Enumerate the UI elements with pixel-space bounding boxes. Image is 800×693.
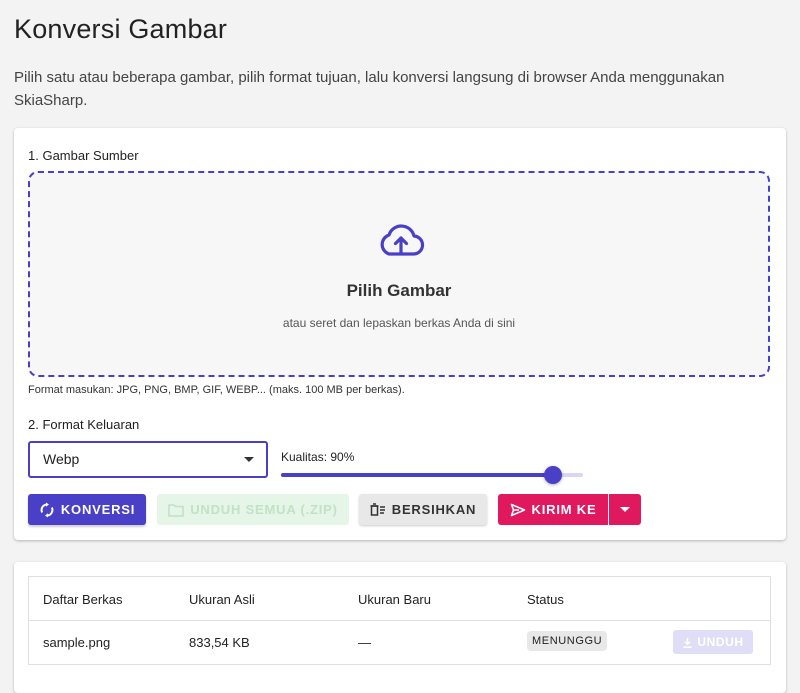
send-icon	[510, 503, 525, 516]
sync-icon	[40, 502, 54, 517]
file-new-size: —	[358, 635, 371, 650]
column-header-status: Status	[527, 592, 564, 607]
column-header-new-size: Ukuran Baru	[358, 592, 431, 607]
quality-slider[interactable]	[281, 465, 583, 485]
input-format-hint: Format masukan: JPG, PNG, BMP, GIF, WEBP…	[28, 384, 405, 396]
quality-slider-thumb[interactable]	[543, 466, 562, 484]
files-table: Daftar Berkas Ukuran Asli Ukuran Baru St…	[28, 576, 771, 665]
download-file-button[interactable]: UNDUH	[673, 630, 753, 654]
source-section-label: 1. Gambar Sumber	[28, 148, 139, 163]
page-description: Pilih satu atau beberapa gambar, pilih f…	[14, 69, 725, 109]
send-to-menu-toggle[interactable]	[609, 494, 641, 525]
output-section-label: 2. Format Keluaran	[28, 417, 140, 432]
page-title: Konversi Gambar	[14, 14, 228, 44]
download-icon	[683, 637, 692, 648]
download-all-button[interactable]: UNDUH SEMUA (.ZIP)	[157, 494, 349, 525]
table-divider	[29, 620, 770, 621]
chevron-down-icon	[244, 457, 254, 462]
file-original-size: 833,54 KB	[189, 635, 250, 650]
dropzone-title: Pilih Gambar	[346, 281, 452, 300]
clear-all-icon	[370, 502, 385, 516]
cloud-upload-icon	[380, 224, 425, 256]
dropzone-subtitle: atau seret dan lepaskan berkas Anda di s…	[282, 316, 516, 330]
output-format-select[interactable]: Webp	[28, 441, 268, 478]
quality-slider-track	[281, 473, 553, 477]
column-header-file-list: Daftar Berkas	[43, 592, 123, 607]
folder-icon	[168, 503, 185, 517]
quality-label: Kualitas: 90%	[281, 450, 355, 464]
image-dropzone[interactable]: Pilih Gambar atau seret dan lepaskan ber…	[28, 171, 770, 377]
output-format-value: Webp	[43, 451, 80, 467]
column-header-original-size: Ukuran Asli	[189, 592, 255, 607]
send-to-button[interactable]: KIRIM KE	[498, 494, 608, 525]
chevron-down-icon	[620, 507, 630, 512]
files-card: Daftar Berkas Ukuran Asli Ukuran Baru St…	[14, 562, 786, 693]
clear-button[interactable]: BERSIHKAN	[359, 494, 487, 525]
download-file-button-label: UNDUH	[697, 635, 744, 649]
clear-button-label: BERSIHKAN	[391, 502, 477, 517]
status-badge: MENUNGGU	[527, 631, 608, 651]
convert-button[interactable]: KONVERSI	[28, 494, 146, 525]
convert-button-label: KONVERSI	[60, 502, 136, 517]
converter-card: 1. Gambar Sumber Pilih Gambar atau seret…	[14, 128, 786, 540]
file-name: sample.png	[43, 635, 111, 650]
send-to-button-label: KIRIM KE	[531, 502, 597, 517]
download-all-button-label: UNDUH SEMUA (.ZIP)	[190, 502, 338, 517]
